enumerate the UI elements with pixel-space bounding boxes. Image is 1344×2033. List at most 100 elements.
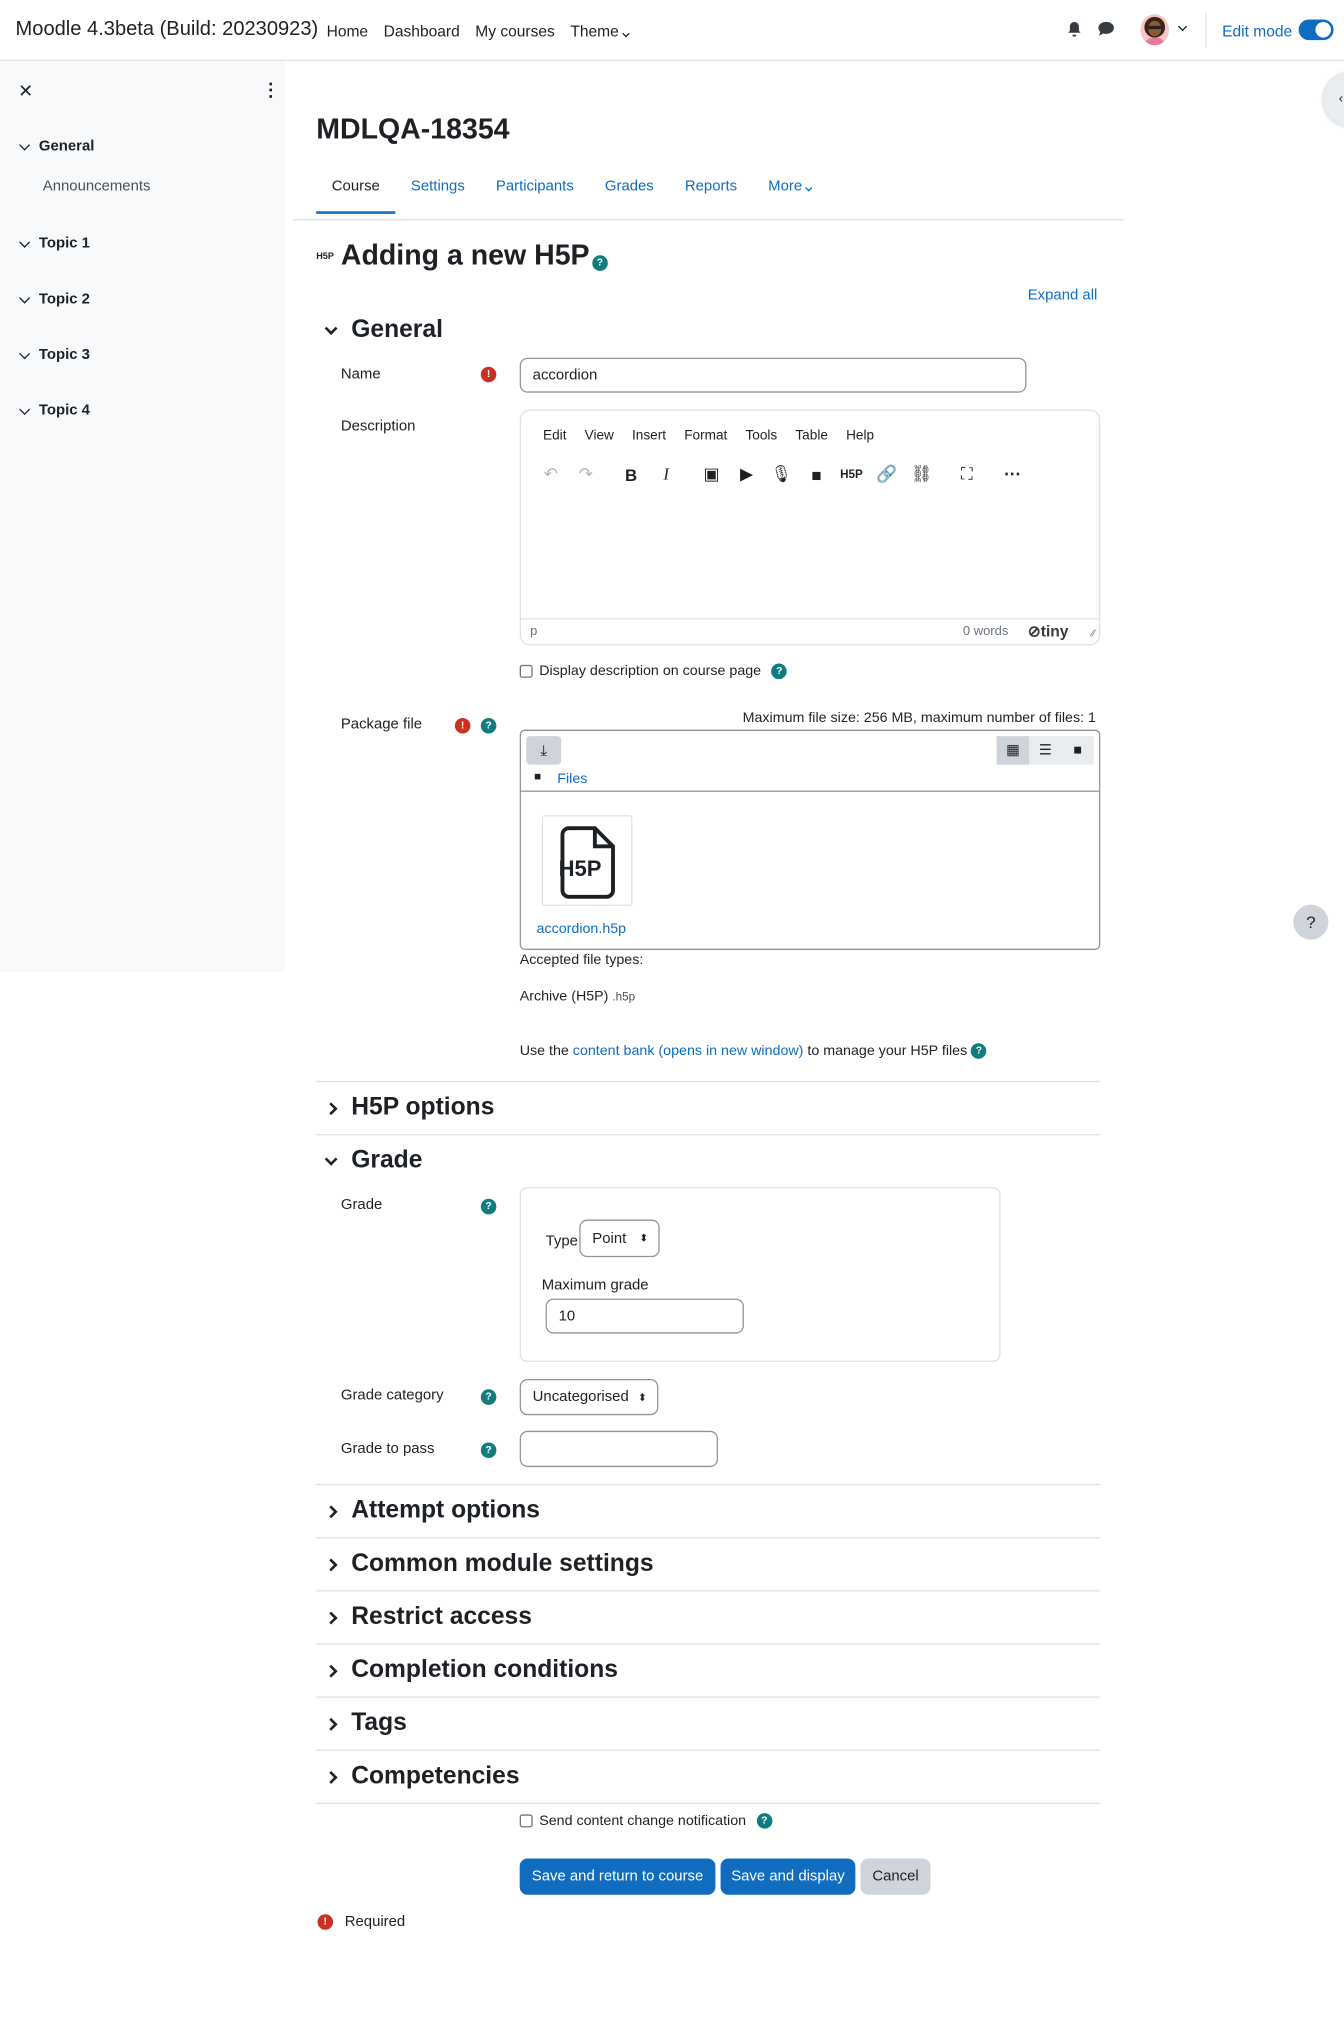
undo-icon[interactable]: ↶	[539, 464, 562, 485]
close-drawer-icon[interactable]: ✕	[18, 80, 33, 102]
section-h5p-options-header[interactable]: H5P options	[324, 1094, 494, 1123]
tab-course[interactable]: Course	[316, 179, 396, 214]
course-index-section-topic-1[interactable]: Topic 1	[19, 236, 90, 251]
grade-category-select[interactable]: Uncategorised ⬍	[519, 1378, 659, 1416]
help-icon[interactable]: ?	[771, 663, 788, 680]
bell-icon[interactable]	[1067, 21, 1083, 38]
help-icon[interactable]: ?	[756, 1813, 773, 1829]
unlink-icon[interactable]: ⛓	[910, 464, 933, 485]
tiny-logo[interactable]: ⊘tiny	[1028, 622, 1069, 640]
save-and-return-button[interactable]: Save and return to course	[519, 1858, 716, 1895]
image-icon[interactable]: ▣	[700, 464, 723, 485]
chevron-down-icon[interactable]	[19, 403, 31, 415]
max-grade-input[interactable]: 10	[545, 1298, 744, 1334]
select-arrows-icon: ⬍	[639, 1232, 648, 1245]
section-restrict-access-header[interactable]: Restrict access	[324, 1603, 532, 1632]
microphone-icon[interactable]: 🎙	[770, 464, 793, 485]
file-name-link[interactable]: accordion.h5p	[537, 921, 627, 937]
tab-settings[interactable]: Settings	[395, 179, 480, 214]
editor-menu-insert[interactable]: Insert	[632, 428, 666, 444]
chevron-down-icon[interactable]	[19, 139, 31, 151]
editor-menu-view[interactable]: View	[585, 428, 614, 444]
tab-participants[interactable]: Participants	[480, 179, 589, 214]
media-icon[interactable]: ▶	[735, 464, 758, 485]
nav-theme[interactable]: Theme	[570, 22, 630, 40]
video-camera-icon[interactable]: ■	[805, 465, 828, 484]
edit-mode-toggle[interactable]	[1298, 19, 1334, 41]
editor-wordcount[interactable]: 0 words	[963, 625, 1008, 639]
section-competencies-header[interactable]: Competencies	[324, 1763, 520, 1792]
more-tools-icon[interactable]: ⋯	[1001, 464, 1024, 485]
tab-grades[interactable]: Grades	[589, 179, 669, 214]
name-input[interactable]: accordion	[519, 357, 1027, 393]
editor-menu-table[interactable]: Table	[795, 428, 828, 444]
block-drawer-toggle[interactable]: ‹	[1323, 72, 1344, 128]
tab-reports[interactable]: Reports	[669, 179, 752, 214]
section-tags-header[interactable]: Tags	[324, 1709, 407, 1738]
course-title: MDLQA-18354	[316, 112, 510, 146]
section-grade-header[interactable]: Grade	[324, 1147, 422, 1176]
required-icon: !	[454, 717, 471, 734]
nav-my-courses[interactable]: My courses	[475, 22, 555, 40]
h5p-insert-icon[interactable]: H5P	[840, 468, 863, 481]
help-icon[interactable]: ?	[480, 1442, 497, 1458]
files-breadcrumb[interactable]: Files	[557, 771, 587, 787]
editor-menu-tools[interactable]: Tools	[745, 428, 777, 444]
fullscreen-icon[interactable]: ⛶	[955, 464, 978, 485]
section-completion-conditions-header[interactable]: Completion conditions	[324, 1656, 618, 1685]
download-icon[interactable]: ⤓	[526, 736, 562, 765]
cancel-button[interactable]: Cancel	[860, 1858, 931, 1895]
content-bank-link[interactable]: content bank (opens in new window)	[573, 1043, 804, 1059]
site-brand[interactable]: Moodle 4.3beta (Build: 20230923)	[16, 18, 319, 41]
grid-view-icon[interactable]: ▦	[996, 736, 1030, 765]
tab-more[interactable]: More	[753, 179, 827, 214]
help-icon[interactable]: ?	[480, 1198, 497, 1215]
tree-view-icon[interactable]: ■	[1061, 736, 1094, 765]
h5p-file-icon[interactable]: H5P	[541, 815, 633, 906]
user-menu-chevron-icon[interactable]	[1178, 21, 1188, 32]
course-index-section-topic-3[interactable]: Topic 3	[19, 347, 90, 363]
save-and-display-button[interactable]: Save and display	[720, 1858, 856, 1895]
editor-menu-edit[interactable]: Edit	[543, 428, 566, 444]
section-divider	[316, 1134, 1101, 1136]
drawer-menu-icon[interactable]: ⋮	[262, 79, 280, 101]
nav-dashboard[interactable]: Dashboard	[384, 22, 460, 40]
help-icon[interactable]: ?	[592, 255, 608, 271]
course-index-section-topic-2[interactable]: Topic 2	[19, 291, 90, 307]
file-picker: ⤓ ▦ ☰ ■ ■ Files H5P accordion.h5p	[519, 729, 1101, 950]
package-file-label: Package file	[340, 716, 423, 733]
link-icon[interactable]: 🔗	[875, 464, 898, 485]
send-notification-label: Send content change notification	[539, 1813, 747, 1829]
section-divider	[316, 1590, 1101, 1592]
grade-to-pass-input[interactable]	[519, 1430, 718, 1468]
list-view-icon[interactable]: ☰	[1029, 736, 1062, 765]
section-common-module-settings-header[interactable]: Common module settings	[324, 1550, 654, 1579]
nav-home[interactable]: Home	[327, 22, 368, 40]
course-index-section-topic-4[interactable]: Topic 4	[19, 403, 90, 419]
italic-icon[interactable]: I	[654, 464, 677, 485]
chevron-down-icon[interactable]	[19, 236, 31, 248]
help-icon[interactable]: ?	[480, 717, 497, 734]
display-description-checkbox[interactable]	[519, 664, 533, 678]
section-general-header[interactable]: General	[324, 316, 443, 345]
section-attempt-options-header[interactable]: Attempt options	[324, 1497, 540, 1526]
user-avatar[interactable]	[1140, 14, 1169, 46]
messages-icon[interactable]	[1098, 21, 1115, 37]
help-footer-button[interactable]: ?	[1293, 904, 1329, 940]
editor-menu-format[interactable]: Format	[684, 428, 727, 444]
description-editor[interactable]: Edit View Insert Format Tools Table Help…	[519, 409, 1101, 646]
editor-menu-help[interactable]: Help	[846, 428, 874, 444]
editor-path[interactable]: p	[530, 625, 537, 639]
redo-icon[interactable]: ↷	[574, 464, 597, 485]
bold-icon[interactable]: B	[619, 465, 642, 484]
send-notification-checkbox[interactable]	[519, 1814, 533, 1828]
course-index-section-general[interactable]: General	[19, 139, 94, 154]
resize-handle-icon[interactable]: ⁄⁄	[1092, 627, 1095, 639]
help-icon[interactable]: ?	[480, 1389, 497, 1405]
grade-type-select[interactable]: Point ⬍	[579, 1219, 660, 1258]
chevron-down-icon[interactable]	[19, 291, 31, 303]
expand-all-link[interactable]: Expand all	[1028, 288, 1098, 304]
chevron-down-icon[interactable]	[19, 347, 31, 359]
course-index-item-announcements[interactable]: Announcements	[43, 179, 151, 195]
help-icon[interactable]: ?	[971, 1043, 987, 1059]
